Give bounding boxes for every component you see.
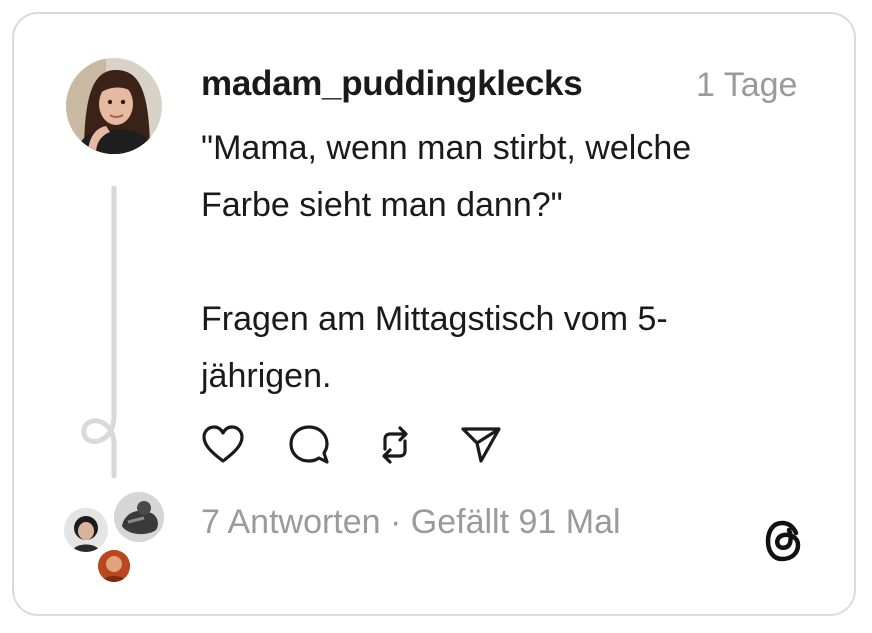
- reply-avatar[interactable]: [64, 508, 108, 552]
- post-text: "Mama, wenn man stirbt, welche Farbe sie…: [201, 120, 821, 405]
- heart-icon[interactable]: [201, 423, 245, 467]
- post-time: 1 Tage: [696, 66, 798, 104]
- repost-icon[interactable]: [373, 423, 417, 467]
- post-text-line: jährigen.: [201, 357, 332, 395]
- post-text-line: Farbe sieht man dann?": [201, 186, 563, 224]
- post-username[interactable]: madam_puddingklecks: [201, 64, 583, 104]
- post-text-line: Fragen am Mittagstisch vom 5-: [201, 300, 668, 338]
- author-avatar[interactable]: [66, 58, 162, 154]
- reply-avatar[interactable]: [98, 550, 130, 582]
- comment-icon[interactable]: [287, 423, 331, 467]
- threads-logo[interactable]: [760, 515, 812, 567]
- send-icon[interactable]: [459, 423, 503, 467]
- reply-avatar[interactable]: [114, 492, 164, 542]
- thread-line: [81, 186, 117, 479]
- post-stats[interactable]: 7 Antworten · Gefällt 91 Mal: [201, 503, 621, 542]
- post-text-line: "Mama, wenn man stirbt, welche: [201, 129, 692, 167]
- post-text-spacer: [201, 234, 821, 291]
